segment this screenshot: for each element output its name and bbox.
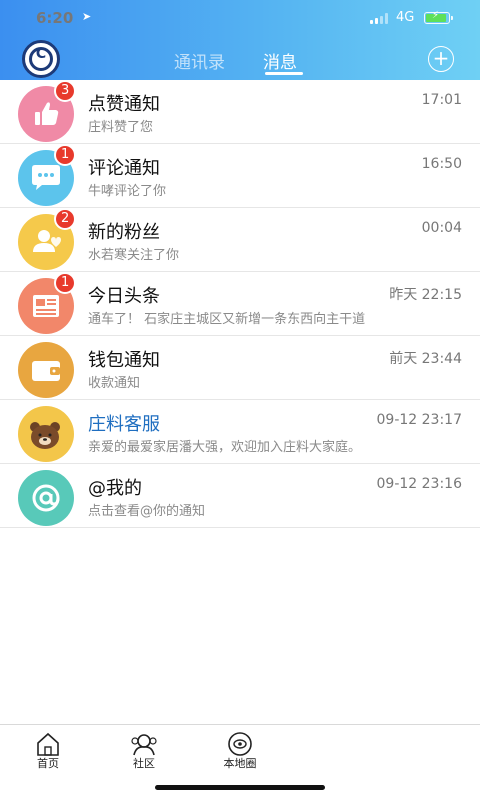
bear-avatar-icon — [30, 422, 60, 449]
message-preview: 收款通知 — [88, 376, 141, 391]
avatar — [18, 342, 74, 398]
message-title: 今日头条 — [88, 286, 160, 307]
nav-local-circle[interactable]: 本地圈 — [190, 725, 290, 785]
wallet-icon — [32, 361, 60, 381]
message-time: 09-12 23:17 — [376, 412, 462, 428]
add-button[interactable]: + — [428, 46, 454, 72]
app-header: 6:20 ➤ 4G ⚡ C 通讯录 消息 + — [0, 0, 480, 80]
message-title: 新的粉丝 — [88, 222, 160, 243]
message-time: 17:01 — [421, 92, 462, 108]
nav-label: 本地圈 — [223, 757, 257, 770]
home-indicator — [155, 785, 325, 790]
battery-icon: ⚡ — [424, 10, 453, 24]
logo-c-icon: C — [35, 46, 47, 62]
app-logo[interactable]: C — [22, 40, 60, 78]
message-title: @我的 — [88, 478, 142, 499]
message-row-comments[interactable]: 1 评论通知 牛哮评论了你 16:50 — [0, 144, 480, 208]
nav-label: 社区 — [133, 757, 155, 770]
location-arrow-icon: ➤ — [82, 10, 92, 23]
message-row-likes[interactable]: 3 点赞通知 庄料赞了您 17:01 — [0, 80, 480, 144]
message-preview: 通车了！ 石家庄主城区又新增一条东西向主干道 — [88, 312, 366, 327]
message-row-headlines[interactable]: 1 今日头条 通车了！ 石家庄主城区又新增一条东西向主干道 昨天 22:15 — [0, 272, 480, 336]
message-time: 09-12 23:16 — [376, 476, 462, 492]
message-title: 点赞通知 — [88, 94, 160, 115]
nav-community[interactable]: 社区 — [94, 725, 194, 785]
nav-label: 首页 — [37, 757, 59, 770]
tab-messages[interactable]: 消息 — [263, 48, 297, 73]
community-icon — [131, 734, 157, 756]
cellular-signal-icon — [370, 13, 388, 24]
local-circle-icon — [228, 732, 252, 756]
message-row-mentions[interactable]: @我的 点击查看@你的通知 09-12 23:16 — [0, 464, 480, 528]
message-preview: 水若寒关注了你 — [88, 248, 180, 263]
message-row-followers[interactable]: 2 新的粉丝 水若寒关注了你 00:04 — [0, 208, 480, 272]
message-preview: 庄料赞了您 — [88, 120, 154, 135]
message-time: 16:50 — [421, 156, 462, 172]
message-time: 前天 23:44 — [389, 351, 462, 367]
message-time: 00:04 — [421, 220, 462, 236]
network-type: 4G — [396, 10, 415, 25]
divider — [0, 527, 480, 528]
message-preview: 亲爱的最爱家居潘大强，欢迎加入庄料大家庭。 — [88, 440, 362, 455]
message-preview: 点击查看@你的通知 — [88, 504, 206, 519]
message-title: 庄料客服 — [88, 414, 160, 435]
message-row-customer-service[interactable]: 庄料客服 亲爱的最爱家居潘大强，欢迎加入庄料大家庭。 09-12 23:17 — [0, 400, 480, 464]
active-tab-indicator — [265, 72, 303, 75]
message-title: 钱包通知 — [88, 350, 160, 371]
message-preview: 牛哮评论了你 — [88, 184, 167, 199]
avatar — [18, 406, 74, 462]
nav-home[interactable]: 首页 — [0, 725, 98, 785]
avatar — [18, 470, 74, 526]
tab-contacts[interactable]: 通讯录 — [174, 48, 225, 73]
status-bar: 6:20 ➤ 4G ⚡ — [0, 0, 480, 36]
message-row-wallet[interactable]: 钱包通知 收款通知 前天 23:44 — [0, 336, 480, 400]
at-sign-icon — [32, 484, 60, 512]
message-title: 评论通知 — [88, 158, 160, 179]
message-time: 昨天 22:15 — [389, 287, 462, 303]
home-icon — [37, 732, 59, 756]
